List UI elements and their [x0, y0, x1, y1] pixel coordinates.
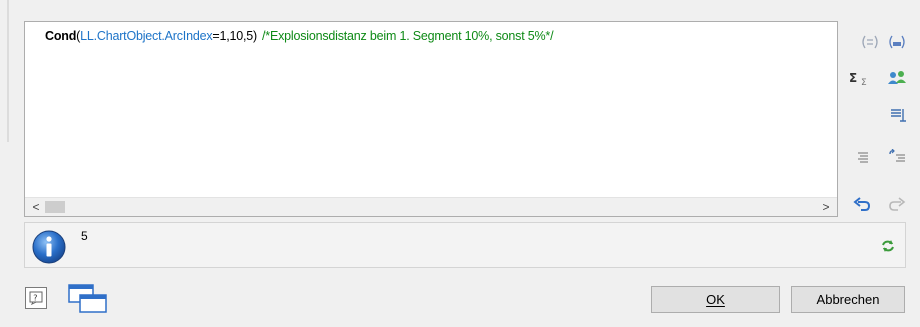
undo-icon[interactable]: [850, 192, 874, 216]
windows-icon[interactable]: [68, 284, 108, 314]
info-icon: [32, 230, 66, 264]
help-icon: ?: [29, 291, 43, 305]
help-button[interactable]: ?: [25, 287, 47, 309]
result-panel: 5: [24, 222, 906, 268]
filter-icon[interactable]: [886, 103, 910, 127]
ok-button[interactable]: OK: [651, 286, 780, 313]
cancel-button[interactable]: Abbrechen: [791, 286, 905, 313]
window-edge-line: [7, 0, 9, 142]
sum-icon[interactable]: ΣΣ: [849, 66, 873, 90]
scroll-right-button[interactable]: >: [817, 198, 835, 216]
users-icon[interactable]: [885, 66, 909, 90]
formula-editor[interactable]: Cond(LL.ChartObject.ArcIndex=1,10,5)/*Ex…: [24, 21, 838, 217]
redo-icon[interactable]: [885, 192, 909, 216]
outdent-icon[interactable]: [885, 145, 909, 169]
code-arguments: =1,10,5): [212, 29, 258, 43]
format-parentheses-icon[interactable]: [858, 30, 882, 54]
svg-text:Σ: Σ: [849, 71, 857, 85]
horizontal-scrollbar[interactable]: < >: [25, 197, 837, 216]
scroll-thumb[interactable]: [45, 201, 65, 213]
svg-text:Σ: Σ: [861, 78, 867, 86]
formula-code-line[interactable]: Cond(LL.ChartObject.ArcIndex=1,10,5)/*Ex…: [45, 29, 554, 43]
code-comment: /*Explosionsdistanz beim 1. Segment 10%,…: [262, 29, 554, 43]
code-function: Cond: [45, 29, 77, 43]
refresh-icon[interactable]: [877, 235, 899, 257]
format-brackets-icon[interactable]: [885, 30, 909, 54]
code-field: LL.ChartObject.ArcIndex: [80, 29, 213, 43]
result-value: 5: [81, 229, 88, 243]
svg-text:?: ?: [33, 294, 37, 303]
indent-icon[interactable]: [849, 145, 873, 169]
scroll-left-button[interactable]: <: [27, 198, 45, 216]
